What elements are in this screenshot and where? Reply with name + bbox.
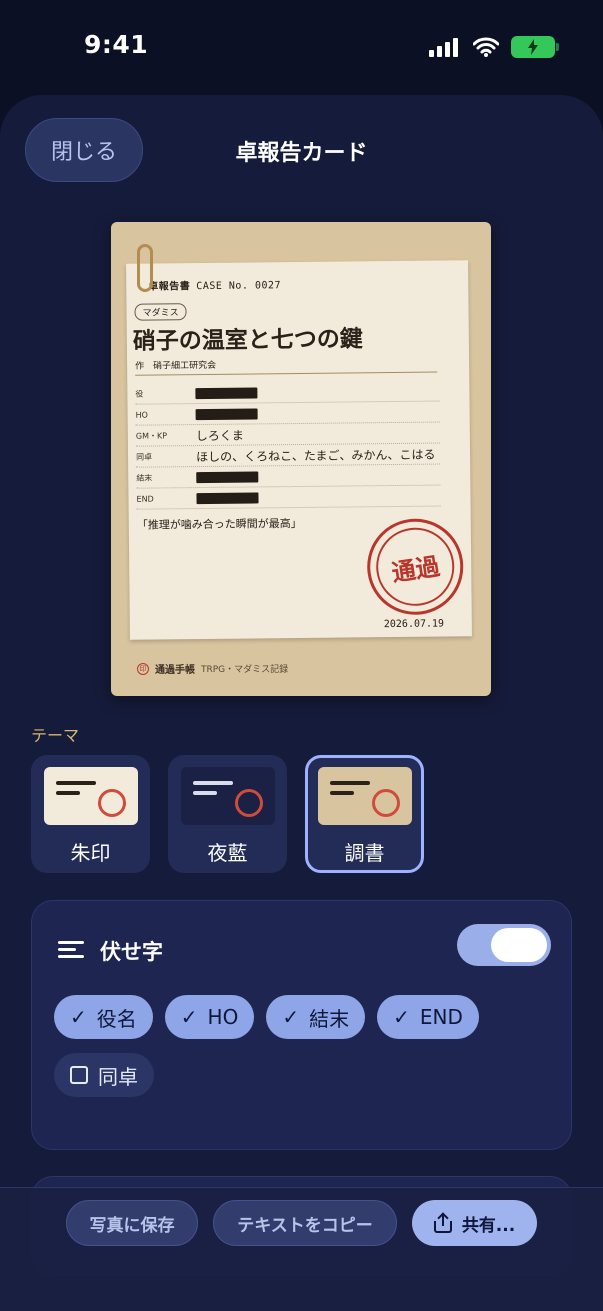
theme-name: 夜藍 (207, 841, 248, 865)
share-icon (433, 1212, 452, 1233)
report-rows: 役 HO GM・KP しろくま 同卓 ほしの、くろねこ、たまご、みかん、こはる … (135, 380, 441, 510)
report-card-sheet: 閉じる 卓報告カード 卓報告書 CASE No. 0027 マダミス 硝子の温室と… (0, 95, 603, 1311)
row-label: END (136, 494, 154, 504)
theme-preview-icon (317, 767, 412, 825)
signal-icon (429, 38, 458, 57)
chip-label: HO (207, 1005, 239, 1029)
chip-label: 役名 (96, 1006, 137, 1031)
check-icon: ✓ (282, 1005, 300, 1029)
redaction-bar (195, 407, 258, 420)
check-icon: ✓ (180, 1005, 198, 1029)
theme-preview-icon (180, 767, 275, 825)
checkbox-empty-icon (70, 1066, 88, 1084)
report-card-preview: 卓報告書 CASE No. 0027 マダミス 硝子の温室と七つの鍵 作 硝子細工… (111, 222, 491, 696)
status-icons (429, 36, 559, 58)
theme-option-shuin[interactable]: 朱印 (31, 755, 150, 873)
row-value: ほしの、くろねこ、たまご、みかん、こはる (195, 447, 436, 464)
redaction-panel: 伏せ字 ✓ 役名 ✓ HO ✓ 結末 ✓ END 同卓 (31, 900, 572, 1150)
theme-label: テーマ (31, 726, 80, 745)
chip-label: 結末 (309, 1006, 350, 1031)
title-divider (135, 371, 438, 376)
theme-preview-icon (43, 767, 138, 825)
bolt-icon (528, 39, 538, 55)
sheet-title: 卓報告カード (235, 141, 368, 166)
genre-tag: マダミス (134, 303, 187, 321)
chip-label: END (419, 1005, 463, 1029)
row-label: 同卓 (136, 452, 153, 462)
chip-ho[interactable]: ✓ HO (164, 995, 255, 1039)
scenario-title: 硝子の温室と七つの鍵 (132, 325, 363, 355)
share-button[interactable]: 共有... (412, 1200, 537, 1246)
check-icon: ✓ (393, 1005, 410, 1029)
redaction-bar (195, 386, 258, 399)
copy-text-button[interactable]: テキストをコピー (213, 1200, 397, 1246)
doc-label: 卓報告書 (148, 281, 191, 293)
redaction-bar (196, 470, 259, 483)
row-label: 結末 (136, 473, 153, 483)
check-icon: ✓ (70, 1005, 87, 1029)
scenario-author: 作 硝子細工研究会 (135, 360, 217, 372)
chip-ending[interactable]: ✓ 結末 (266, 995, 366, 1039)
chip-table-mates[interactable]: 同卓 (54, 1053, 154, 1097)
theme-option-chosho[interactable]: 調書 (305, 755, 424, 873)
seal-icon: 印 (137, 662, 149, 675)
theme-options: 朱印 夜藍 調書 (31, 755, 424, 873)
row-value: しろくま (195, 428, 244, 443)
footer-subtitle: TRPG・マダミス記録 (201, 665, 289, 675)
chip-role-name[interactable]: ✓ 役名 (54, 995, 153, 1039)
redaction-bar (196, 491, 259, 504)
redaction-toggle[interactable] (457, 924, 551, 966)
theme-name: 朱印 (70, 841, 111, 865)
paper-header: 卓報告書 CASE No. 0027 (148, 276, 281, 292)
play-date: 2026.07.19 (383, 618, 445, 631)
status-bar: 9:41 (0, 0, 603, 95)
case-number: CASE No. 0027 (196, 280, 282, 293)
redaction-chips: ✓ 役名 ✓ HO ✓ 結末 ✓ END 同卓 (54, 995, 554, 1097)
theme-name: 調書 (344, 841, 385, 865)
battery-icon (511, 36, 559, 58)
chip-end[interactable]: ✓ END (377, 995, 479, 1039)
report-row: END (136, 485, 441, 510)
text-lines-icon (58, 941, 84, 961)
paperclip-icon (137, 244, 153, 292)
row-label: HO (135, 410, 148, 420)
passed-stamp: 通過 (360, 512, 470, 622)
status-time: 9:41 (84, 30, 149, 59)
stamp-text: 通過 (389, 550, 442, 587)
footer-brand: 通過手帳 (155, 665, 195, 676)
row-label: GM・KP (135, 430, 168, 441)
impression-quote: 「推理が噛み合った瞬間が最高」 (136, 516, 302, 532)
redaction-title: 伏せ字 (100, 940, 163, 964)
save-photo-button[interactable]: 写真に保存 (66, 1200, 198, 1246)
share-label: 共有... (461, 1215, 516, 1236)
toggle-knob (491, 928, 547, 962)
action-bar: 写真に保存 テキストをコピー 共有... (0, 1187, 603, 1311)
theme-option-yoai[interactable]: 夜藍 (168, 755, 287, 873)
row-label: 役 (135, 389, 144, 399)
report-paper: 卓報告書 CASE No. 0027 マダミス 硝子の温室と七つの鍵 作 硝子細工… (126, 260, 472, 640)
chip-label: 同卓 (98, 1064, 138, 1089)
wifi-icon (473, 37, 499, 57)
card-footer: 印 通過手帳 TRPG・マダミス記録 (137, 661, 288, 676)
